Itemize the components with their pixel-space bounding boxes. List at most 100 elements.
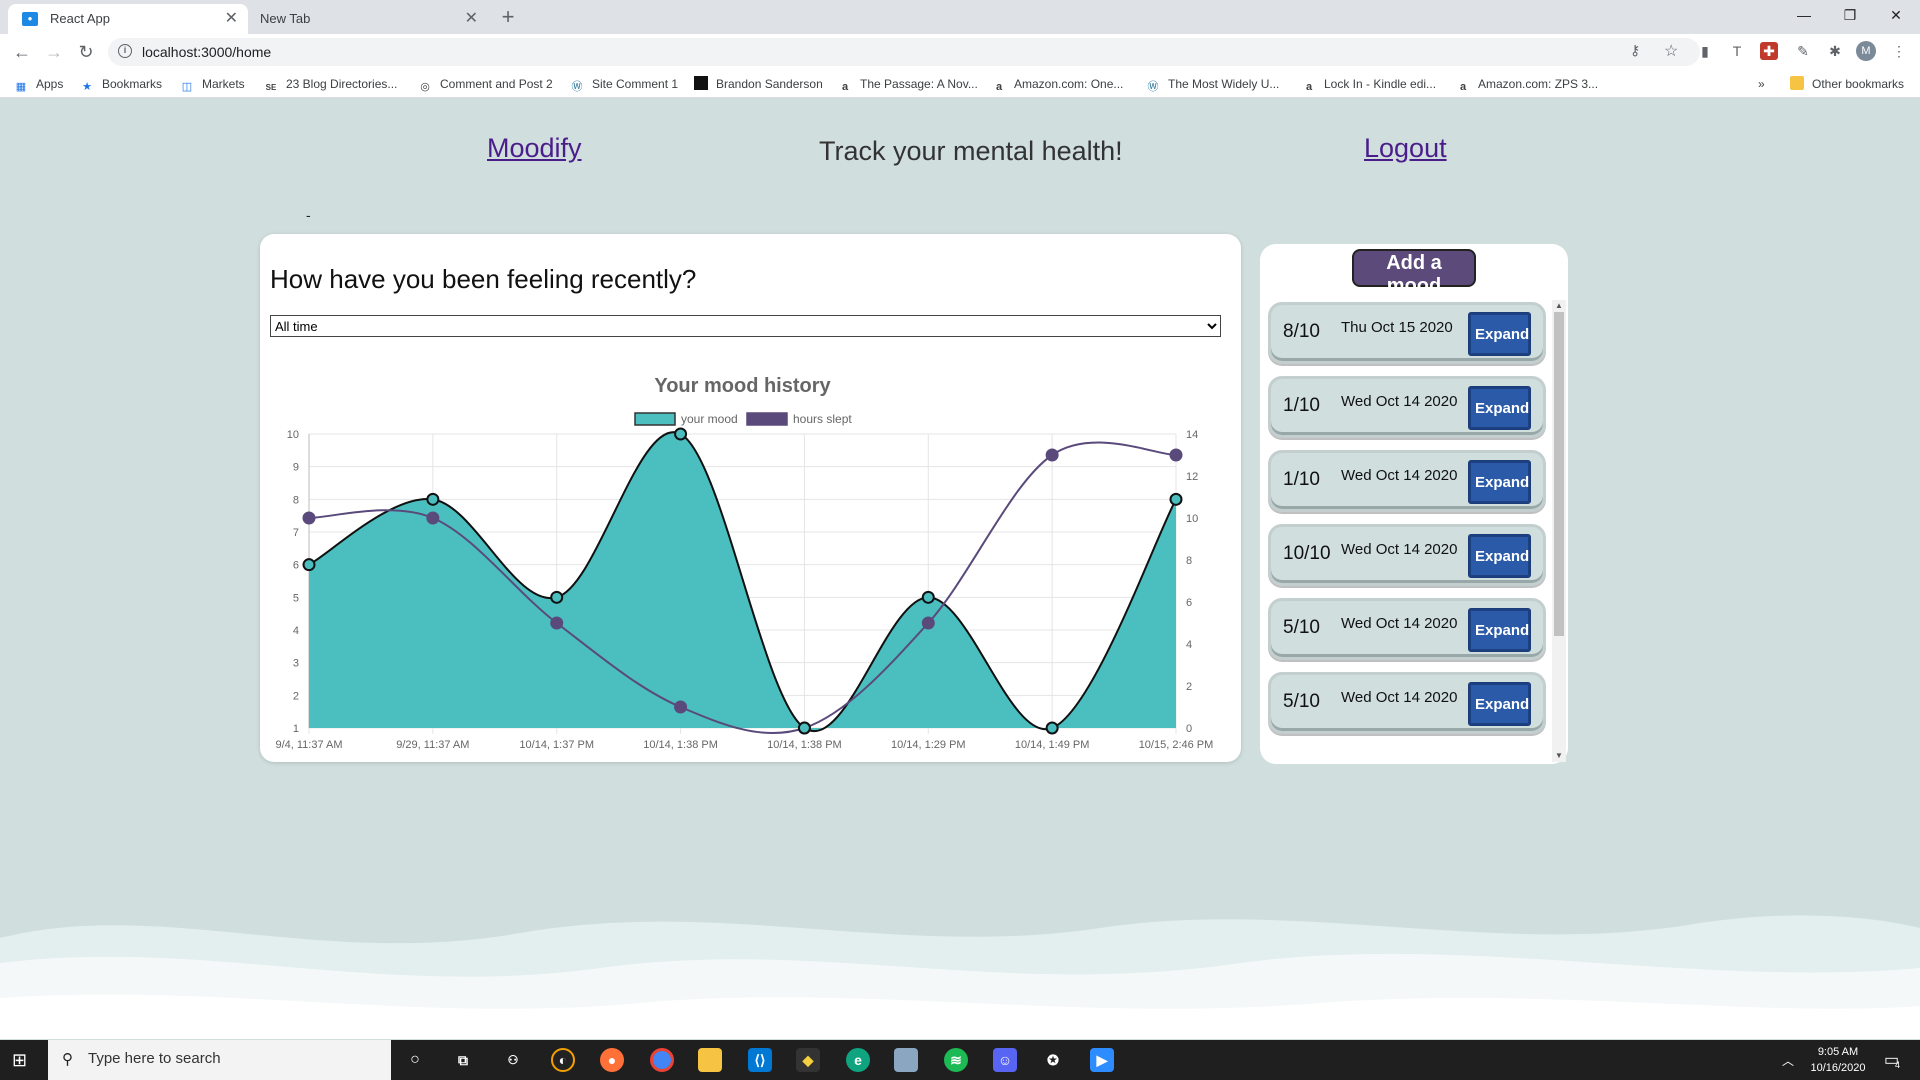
chart-question-heading: How have you been feeling recently? (270, 264, 697, 294)
expand-button[interactable]: Expand (1468, 460, 1531, 504)
y-left-tick-label: 4 (293, 625, 299, 637)
bookmark-item[interactable]: a Lock In - Kindle edi... (1302, 70, 1436, 98)
firefox-icon[interactable]: ● (600, 1048, 624, 1072)
bookmark-item[interactable]: a The Passage: A Nov... (838, 70, 978, 98)
bookmark-item[interactable]: Brandon Sanderson (694, 70, 823, 98)
amazon-icon: a (995, 81, 1003, 93)
folder-icon (1790, 76, 1804, 90)
mood-entry: 5/10 Wed Oct 14 2020 Expand (1268, 598, 1546, 660)
bookmark-item[interactable]: SE 23 Blog Directories... (264, 70, 398, 98)
reload-icon[interactable]: ↻ (74, 40, 98, 64)
logout-link[interactable]: Logout (1364, 133, 1447, 164)
bookmark-item[interactable]: ◫ Markets (180, 70, 245, 98)
close-tab-icon[interactable]: ✕ (465, 4, 478, 34)
taskbar-clock[interactable]: 9:05 AM 10/16/2020 (1800, 1044, 1876, 1076)
moodify-home-link[interactable]: Moodify (487, 133, 582, 164)
notepad-icon[interactable] (894, 1048, 918, 1072)
taskbar-search[interactable]: ⚲ Type here to search (48, 1040, 391, 1080)
y-right-tick-label: 2 (1186, 681, 1192, 693)
expand-button[interactable]: Expand (1468, 534, 1531, 578)
bookmark-item[interactable]: Ⓦ Site Comment 1 (570, 70, 679, 98)
time-range-select[interactable]: All time (270, 315, 1221, 337)
bookmark-item[interactable]: ◎ Comment and Post 2 (418, 70, 553, 98)
discord-icon[interactable]: ☺ (993, 1048, 1017, 1072)
zoom-icon[interactable]: ▶ (1090, 1048, 1114, 1072)
x-tick-label: 10/14, 1:37 PM (519, 739, 594, 751)
bookmarks-overflow-chevron[interactable]: » (1758, 70, 1765, 98)
tab-new-tab[interactable]: New Tab ✕ (248, 4, 488, 34)
mood-list[interactable]: 8/10 Thu Oct 15 2020 Expand 1/10 Wed Oct 14 … (1268, 302, 1558, 762)
taskbar-search-placeholder: Type here to search (88, 1050, 221, 1067)
address-bar[interactable]: i localhost:3000/home ⚷ ☆ (108, 38, 1700, 66)
edge-icon[interactable]: e (846, 1048, 870, 1072)
data-point (674, 700, 688, 714)
y-left-tick-label: 3 (293, 658, 299, 670)
search-icon: ⚲ (62, 1051, 73, 1068)
close-tab-icon[interactable]: ✕ (225, 4, 238, 34)
minimize-icon[interactable]: — (1781, 0, 1827, 30)
profile-avatar[interactable]: M (1856, 41, 1876, 61)
file-explorer-icon[interactable] (698, 1048, 722, 1072)
site-info-icon[interactable]: i (118, 44, 132, 58)
wordpress-icon: Ⓦ (571, 81, 583, 93)
extension-tab-icon[interactable]: ▮ (1696, 42, 1714, 60)
wave-background (0, 915, 1920, 1039)
x-tick-label: 10/14, 1:38 PM (767, 739, 842, 751)
black-square-icon (694, 76, 708, 90)
markets-icon: ◫ (181, 81, 193, 93)
key-icon[interactable]: ⚷ (1630, 42, 1640, 59)
extension-eyedropper-icon[interactable]: ✎ (1794, 42, 1812, 60)
vscode-icon[interactable]: ⟨⟩ (748, 1048, 772, 1072)
y-left-tick-label: 5 (293, 592, 299, 604)
bookmarks-bar: ▦ Apps ★ Bookmarks ◫ Markets SE 23 Blog Dire… (0, 70, 1920, 98)
task-view-icon[interactable]: ⧉ (451, 1048, 475, 1072)
extensions-puzzle-icon[interactable]: ✱ (1826, 42, 1844, 60)
restore-icon[interactable]: ❐ (1827, 0, 1873, 30)
overwatch-icon[interactable]: ◐ (551, 1048, 575, 1072)
y-right-tick-label: 10 (1186, 513, 1198, 525)
git-icon[interactable]: ◆ (796, 1048, 820, 1072)
seo-icon: SE (265, 83, 277, 92)
back-arrow-icon[interactable]: ← (10, 40, 34, 64)
bookmark-item[interactable]: ▦ Apps (14, 70, 64, 98)
tab-react-app[interactable]: ● React App ✕ (8, 4, 248, 34)
expand-button[interactable]: Expand (1468, 312, 1531, 356)
data-point (426, 492, 440, 506)
add-mood-button[interactable]: Add a mood (1352, 249, 1476, 297)
y-left-tick-label: 9 (293, 462, 299, 474)
bookmark-item[interactable]: a Amazon.com: One... (992, 70, 1123, 98)
people-icon[interactable]: ⚇ (501, 1048, 525, 1072)
forward-arrow-icon[interactable]: → (42, 40, 66, 64)
chrome-icon[interactable] (650, 1048, 674, 1072)
y-right-tick-label: 0 (1186, 723, 1192, 735)
url-text: localhost:3000/home (142, 44, 272, 60)
data-point (550, 590, 564, 604)
extension-translate-icon[interactable]: T (1728, 42, 1746, 60)
game-controller-icon[interactable]: ✪ (1041, 1048, 1065, 1072)
close-window-icon[interactable]: ✕ (1873, 0, 1919, 30)
browser-menu-icon[interactable]: ⋮ (1890, 42, 1908, 60)
new-tab-plus-icon[interactable]: + (494, 2, 522, 30)
mood-list-scrollbar[interactable]: ▲ ▼ (1552, 300, 1566, 762)
expand-button[interactable]: Expand (1468, 682, 1531, 726)
mood-entry: 10/10 Wed Oct 14 2020 Expand (1268, 524, 1546, 586)
other-bookmarks[interactable]: Other bookmarks (1790, 70, 1904, 98)
bookmark-item[interactable]: ★ Bookmarks (80, 70, 162, 98)
mood-score: 5/10 (1283, 617, 1320, 638)
scroll-up-arrow-icon[interactable]: ▲ (1552, 300, 1566, 312)
tray-chevron-icon[interactable]: ︿ (1782, 1052, 1794, 1069)
expand-button[interactable]: Expand (1468, 608, 1531, 652)
bookmark-item[interactable]: Ⓦ The Most Widely U... (1146, 70, 1280, 98)
scroll-down-arrow-icon[interactable]: ▼ (1552, 750, 1566, 762)
bookmark-item[interactable]: a Amazon.com: ZPS 3... (1456, 70, 1598, 98)
cortana-icon[interactable]: ○ (403, 1048, 427, 1072)
data-point (1169, 448, 1183, 462)
extension-red-icon[interactable]: ✚ (1760, 42, 1778, 60)
mood-entry: 1/10 Wed Oct 14 2020 Expand (1268, 450, 1546, 512)
bookmark-star-icon[interactable]: ☆ (1664, 41, 1678, 61)
data-point (921, 616, 935, 630)
windows-start-icon[interactable]: ⊞ (12, 1050, 32, 1070)
expand-button[interactable]: Expand (1468, 386, 1531, 430)
spotify-icon[interactable]: ≋ (944, 1048, 968, 1072)
scroll-thumb[interactable] (1554, 312, 1564, 636)
